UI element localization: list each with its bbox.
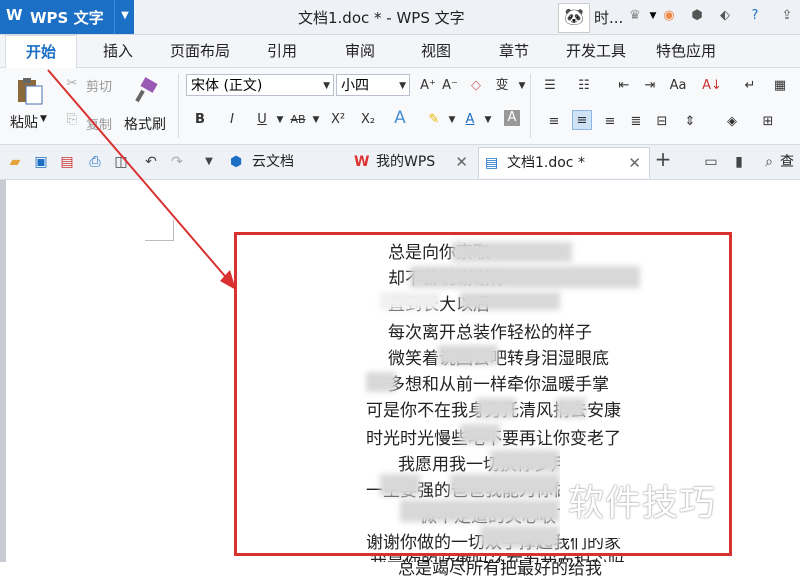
annotation-arrow — [47, 69, 236, 290]
